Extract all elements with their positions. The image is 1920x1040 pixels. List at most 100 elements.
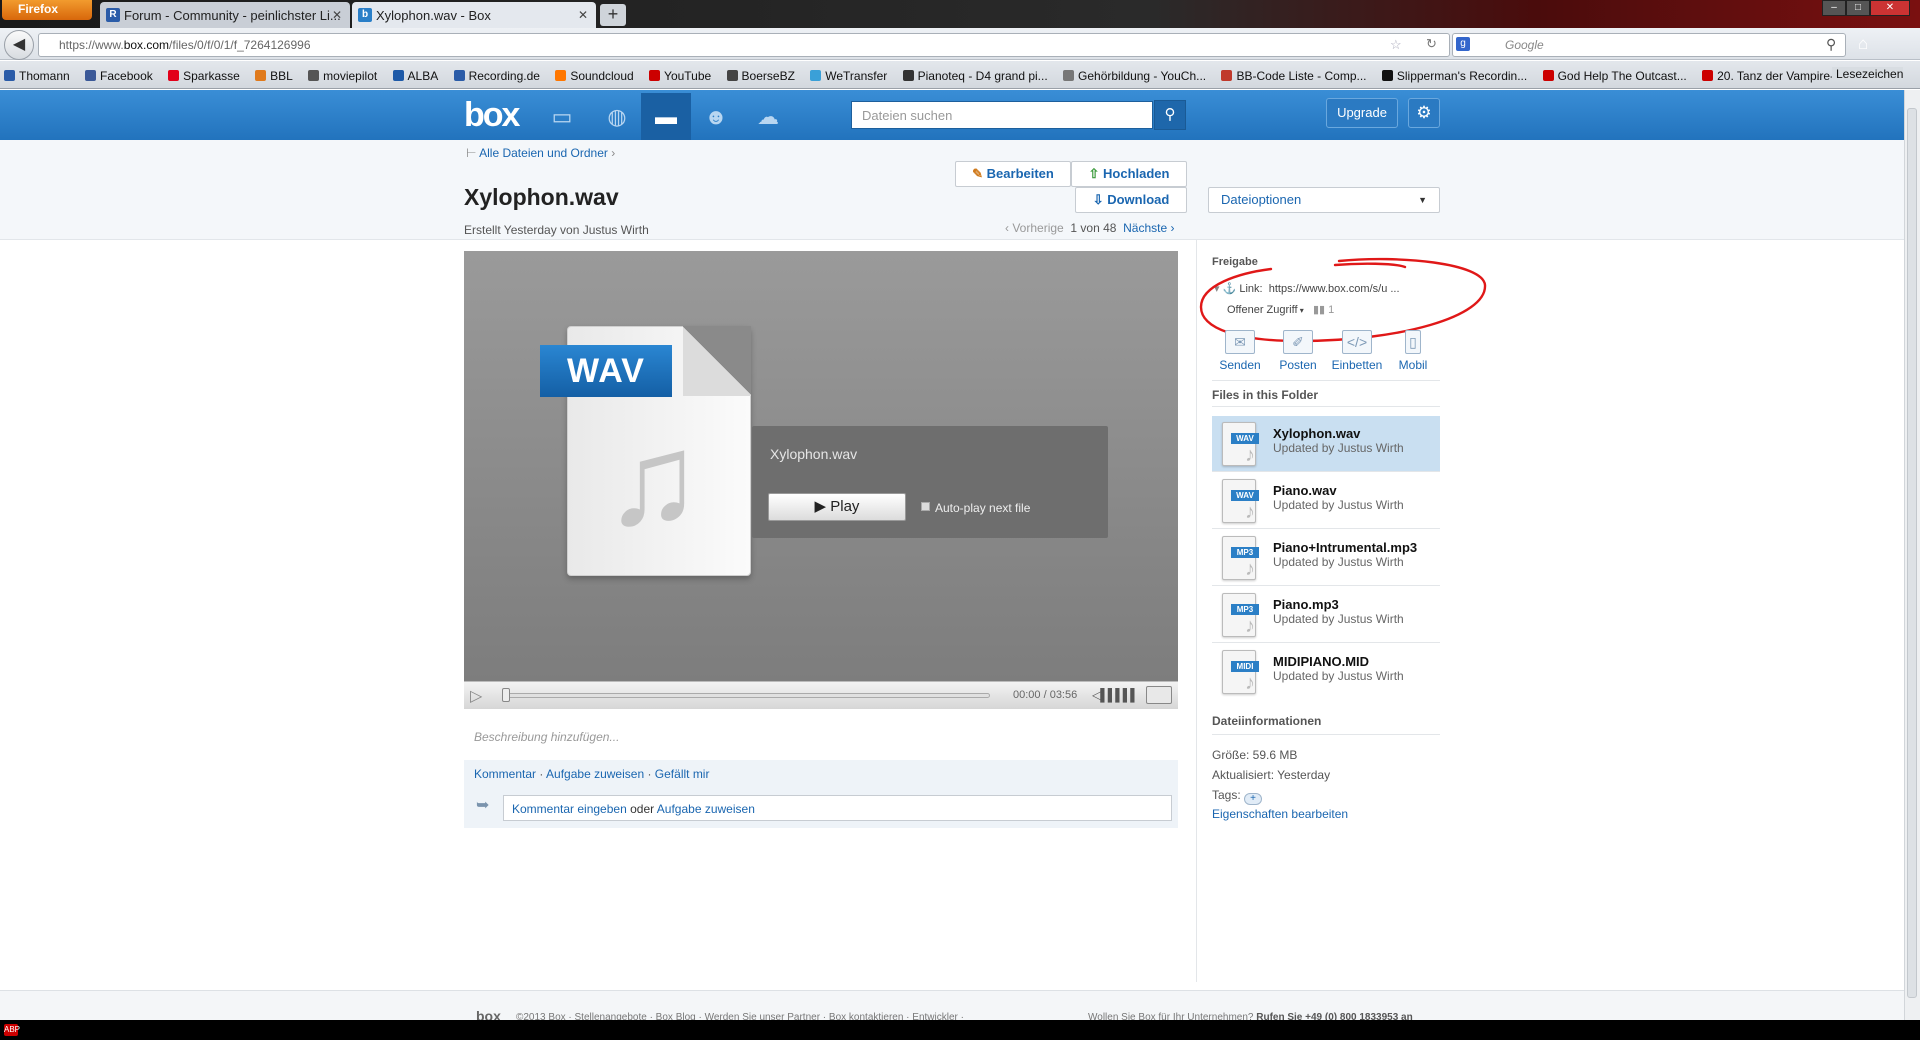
- download-button[interactable]: ⇩ Download: [1075, 187, 1187, 213]
- edit-properties-link[interactable]: Eigenschaften bearbeiten: [1212, 807, 1348, 821]
- embed-action[interactable]: </> Einbetten: [1328, 330, 1386, 372]
- updates-icon[interactable]: ▭: [537, 93, 587, 140]
- adblock-icon[interactable]: ABP: [4, 1024, 20, 1036]
- bookmark-icon: [453, 70, 465, 81]
- autoplay-checkbox[interactable]: [921, 502, 930, 511]
- comment-actions: Kommentar · Aufgabe zuweisen · Gefällt m…: [474, 767, 710, 781]
- google-icon[interactable]: g: [1456, 37, 1470, 51]
- file-info-heading: Dateiinformationen: [1212, 714, 1322, 728]
- file-header: [0, 140, 1904, 240]
- folder-file-item[interactable]: WAV ♪ Piano.wav Updated by Justus Wirth: [1212, 473, 1440, 529]
- comment-input[interactable]: Kommentar eingeben oder Aufgabe zuweisen: [503, 795, 1172, 821]
- volume-icon[interactable]: ◁▌▌▌▌▌: [1092, 688, 1139, 702]
- bookmarks-menu[interactable]: Lesezeichen: [1832, 67, 1904, 81]
- bookmark-item[interactable]: Soundcloud: [555, 69, 634, 83]
- cloud-icon[interactable]: ☁: [743, 93, 793, 140]
- close-tab-icon[interactable]: ✕: [332, 8, 342, 22]
- fullscreen-icon[interactable]: [1146, 686, 1172, 704]
- bookmark-star-icon[interactable]: ☆: [1390, 37, 1402, 53]
- bookmark-item[interactable]: Pianoteq - D4 grand pi...: [902, 69, 1048, 83]
- bookmark-item[interactable]: YouTube: [649, 69, 711, 83]
- box-logo[interactable]: box: [464, 96, 520, 135]
- users-icon[interactable]: ☻: [691, 93, 741, 140]
- bookmark-item[interactable]: BB-Code Liste - Comp...: [1221, 69, 1367, 83]
- bookmark-item[interactable]: Recording.de: [453, 69, 540, 83]
- breadcrumb[interactable]: ⊢ Alle Dateien und Ordner ›: [466, 146, 615, 160]
- mobile-action[interactable]: ▯ Mobil: [1388, 330, 1438, 372]
- file-options-dropdown[interactable]: Dateioptionen ▼: [1208, 187, 1440, 213]
- breadcrumb-link[interactable]: Alle Dateien und Ordner: [479, 146, 608, 160]
- bookmark-item[interactable]: moviepilot: [308, 69, 377, 83]
- bookmark-icon: [555, 70, 567, 81]
- reload-icon[interactable]: ↻: [1426, 36, 1437, 52]
- folder-file-name: MIDIPIANO.MID: [1273, 654, 1370, 669]
- assign-task-link[interactable]: Aufgabe zuweisen: [546, 767, 644, 781]
- like-link[interactable]: Gefällt mir: [655, 767, 710, 781]
- bookmark-item[interactable]: God Help The Outcast...: [1542, 69, 1687, 83]
- assign-task-link[interactable]: Aufgabe zuweisen: [657, 802, 755, 816]
- scrollbar-thumb[interactable]: [1907, 108, 1917, 998]
- close-tab-icon[interactable]: ✕: [578, 8, 588, 22]
- minimize-icon[interactable]: –: [1822, 0, 1846, 16]
- folder-file-meta: Updated by Justus Wirth: [1273, 555, 1404, 569]
- comment-link[interactable]: Kommentar: [474, 767, 536, 781]
- folder-file-item[interactable]: MIDI ♪ MIDIPIANO.MID Updated by Justus Wi…: [1212, 644, 1440, 700]
- pager-position: 1 von 48: [1070, 221, 1117, 235]
- url-path: /files/0/f/0/1/f_7264126996: [169, 38, 311, 52]
- home-icon[interactable]: ⌂: [1858, 34, 1868, 54]
- post-action[interactable]: ✐ Posten: [1270, 330, 1326, 372]
- globe-icon[interactable]: ◍: [592, 93, 642, 140]
- audio-file-name: Xylophon.wav: [770, 446, 858, 462]
- seek-bar[interactable]: [502, 693, 990, 698]
- firefox-menu-button[interactable]: Firefox: [2, 0, 92, 20]
- folder-file-item[interactable]: MP3 ♪ Piano+Intrumental.mp3 Updated by Ju…: [1212, 530, 1440, 586]
- bookmark-item[interactable]: Slipperman's Recordin...: [1381, 69, 1527, 83]
- browser-search-input[interactable]: Google: [1452, 33, 1846, 57]
- previous-link[interactable]: Vorherige: [1012, 221, 1063, 235]
- enter-comment-link[interactable]: Kommentar eingeben: [512, 802, 627, 816]
- tab-box-file[interactable]: b Xylophon.wav - Box ✕: [352, 2, 596, 28]
- bookmark-icon: [85, 70, 97, 81]
- search-icon[interactable]: ⚲: [1826, 36, 1836, 53]
- send-action[interactable]: ✉ Senden: [1212, 330, 1268, 372]
- settings-button[interactable]: ⚙: [1408, 98, 1440, 128]
- close-window-icon[interactable]: ✕: [1870, 0, 1910, 16]
- bookmark-item[interactable]: BBL: [255, 69, 293, 83]
- audio-file-icon: MP3 ♪: [1222, 536, 1259, 580]
- folder-file-item[interactable]: MP3 ♪ Piano.mp3 Updated by Justus Wirth: [1212, 587, 1440, 643]
- back-button[interactable]: ◀: [4, 30, 34, 60]
- file-updated: Aktualisiert: Yesterday: [1212, 768, 1331, 782]
- control-play-icon[interactable]: ▷: [470, 686, 482, 706]
- files-folder-icon[interactable]: ▬: [641, 93, 691, 140]
- bookmark-icon: [902, 70, 914, 81]
- folder-file-name: Piano.wav: [1273, 483, 1337, 498]
- search-button[interactable]: ⚲: [1154, 100, 1186, 130]
- play-button[interactable]: ▶ Play: [768, 493, 906, 521]
- bookmark-item[interactable]: Thomann: [4, 69, 70, 83]
- bookmark-icon: [392, 70, 404, 81]
- new-tab-button[interactable]: +: [600, 4, 626, 26]
- autoplay-label: Auto-play next file: [935, 501, 1031, 515]
- description-placeholder[interactable]: Beschreibung hinzufügen...: [474, 730, 619, 744]
- maximize-icon[interactable]: □: [1846, 0, 1870, 16]
- edit-button[interactable]: ✎ Bearbeiten: [955, 161, 1071, 187]
- bookmark-item[interactable]: 20. Tanz der Vampire- ...: [1702, 69, 1847, 83]
- bookmark-item[interactable]: Facebook: [85, 69, 153, 83]
- bookmark-item[interactable]: Sparkasse: [168, 69, 240, 83]
- box-search-input[interactable]: Dateien suchen: [851, 101, 1153, 129]
- seek-handle[interactable]: [502, 688, 510, 702]
- bookmark-item[interactable]: ALBA: [392, 69, 438, 83]
- bookmark-item[interactable]: WeTransfer: [810, 69, 887, 83]
- bookmark-item[interactable]: Gehörbildung - YouCh...: [1063, 69, 1206, 83]
- tab-forum[interactable]: R Forum - Community - peinlichster Li...…: [100, 2, 350, 28]
- divider: [1212, 734, 1440, 735]
- bookmark-icon: [1063, 70, 1075, 81]
- bookmark-item[interactable]: BoerseBZ: [726, 69, 795, 83]
- folder-file-item[interactable]: WAV ♪ Xylophon.wav Updated by Justus Wirt…: [1212, 416, 1440, 472]
- upgrade-button[interactable]: Upgrade: [1326, 98, 1398, 128]
- page-fold: [683, 326, 751, 396]
- next-link[interactable]: Nächste: [1123, 221, 1167, 235]
- upload-button[interactable]: ⇧ Hochladen: [1071, 161, 1187, 187]
- url-bar[interactable]: https://www.box.com/files/0/f/0/1/f_7264…: [38, 33, 1450, 57]
- add-tag-button[interactable]: +: [1244, 793, 1263, 805]
